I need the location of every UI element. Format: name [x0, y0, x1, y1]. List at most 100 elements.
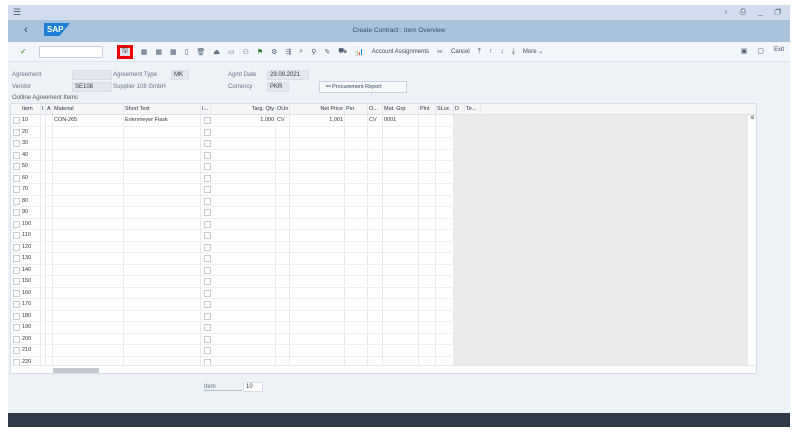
vendor-field[interactable]: SE108 [72, 82, 112, 92]
row-flag-checkbox[interactable] [204, 324, 211, 331]
cell-item[interactable]: 90 [21, 207, 41, 218]
row-select-checkbox[interactable] [13, 186, 20, 193]
table-cell[interactable] [53, 287, 124, 298]
cell-item[interactable]: 40 [21, 149, 41, 160]
table-cell[interactable] [436, 149, 454, 160]
table-cell[interactable] [276, 333, 290, 344]
tool-icon[interactable]: ✂ [437, 48, 443, 56]
table-cell[interactable] [419, 172, 436, 183]
table-cell[interactable] [368, 207, 383, 218]
table-cell[interactable] [46, 345, 53, 356]
table-cell[interactable] [383, 207, 419, 218]
column-header[interactable]: Net Price [290, 104, 345, 114]
cell-item[interactable]: 70 [21, 184, 41, 195]
table-cell[interactable] [290, 241, 345, 252]
column-header[interactable]: Targ. Qty [211, 104, 276, 114]
texts-icon[interactable]: ✎ [324, 48, 330, 56]
prev-page-icon[interactable]: ↑ [489, 48, 493, 55]
table-cell[interactable] [46, 115, 53, 126]
table-cell[interactable] [124, 345, 201, 356]
cell-item[interactable]: 130 [21, 253, 41, 264]
table-cell[interactable] [290, 207, 345, 218]
row-select-checkbox[interactable] [13, 163, 20, 170]
table-cell[interactable] [53, 276, 124, 287]
table-cell[interactable] [124, 276, 201, 287]
cell-item[interactable]: 120 [21, 241, 41, 252]
row-flag-checkbox[interactable] [204, 140, 211, 147]
table-cell[interactable] [276, 172, 290, 183]
account-assignments-button[interactable]: Account Assignments [372, 49, 429, 55]
table-cell[interactable] [345, 264, 368, 275]
table-cell[interactable] [383, 138, 419, 149]
vertical-scrollbar[interactable]: ⚙ [748, 115, 756, 365]
row-flag-checkbox[interactable] [204, 117, 211, 124]
row-select-checkbox[interactable] [13, 324, 20, 331]
table-cell[interactable] [368, 264, 383, 275]
table-cell[interactable] [419, 126, 436, 137]
currency-field[interactable]: PKR [267, 82, 289, 92]
row-flag-checkbox[interactable] [204, 186, 211, 193]
table-cell[interactable] [276, 264, 290, 275]
row-select-checkbox[interactable] [13, 289, 20, 297]
table-cell[interactable] [419, 218, 436, 229]
table-cell[interactable] [124, 333, 201, 344]
exit-button[interactable]: Exit [774, 47, 784, 55]
table-cell[interactable] [436, 299, 454, 310]
table-cell[interactable] [53, 310, 124, 321]
table-cell[interactable] [211, 299, 276, 310]
cell-item[interactable]: 50 [21, 161, 41, 172]
table-cell[interactable] [368, 241, 383, 252]
menu-icon[interactable]: ☰ [13, 7, 21, 18]
row-flag-checkbox[interactable] [204, 347, 211, 354]
table-cell[interactable] [290, 299, 345, 310]
table-cell[interactable] [436, 264, 454, 275]
table-cell[interactable] [211, 138, 276, 149]
table-cell[interactable] [345, 345, 368, 356]
agmt-date-field[interactable]: 29.09.2021 [267, 70, 309, 80]
table-cell[interactable] [419, 287, 436, 298]
table-cell[interactable] [368, 287, 383, 298]
table-cell[interactable] [124, 161, 201, 172]
table-cell[interactable] [383, 253, 419, 264]
table-cell[interactable] [46, 149, 53, 160]
table-cell[interactable] [383, 322, 419, 333]
table-cell[interactable] [53, 333, 124, 344]
table-cell[interactable] [276, 161, 290, 172]
table-cell[interactable] [211, 184, 276, 195]
cell-oprice-unit[interactable]: CV [368, 115, 383, 126]
table-cell[interactable] [419, 161, 436, 172]
command-field[interactable] [38, 45, 103, 58]
conditions-icon[interactable]: ⚙ [271, 48, 277, 56]
table-cell[interactable] [46, 276, 53, 287]
table-cell[interactable] [211, 253, 276, 264]
table-cell[interactable] [53, 322, 124, 333]
row-flag-checkbox[interactable] [204, 255, 211, 262]
row-select-checkbox[interactable] [13, 174, 20, 182]
table-cell[interactable] [290, 333, 345, 344]
table-cell[interactable] [124, 253, 201, 264]
table-cell[interactable] [53, 241, 124, 252]
table-cell[interactable] [46, 172, 53, 183]
row-flag-checkbox[interactable] [204, 128, 211, 136]
row-select-checkbox[interactable] [13, 128, 20, 136]
table-cell[interactable] [436, 161, 454, 172]
horizontal-scrollbar[interactable] [11, 365, 756, 373]
save-icon[interactable]: 🖫 [116, 44, 133, 59]
table-cell[interactable] [383, 276, 419, 287]
table-cell[interactable] [368, 345, 383, 356]
table-cell[interactable] [124, 299, 201, 310]
table-cell[interactable] [345, 287, 368, 298]
table-cell[interactable] [345, 126, 368, 137]
table-cell[interactable] [211, 264, 276, 275]
row-select-checkbox[interactable] [13, 266, 20, 274]
table-cell[interactable] [53, 218, 124, 229]
table-cell[interactable] [46, 195, 53, 206]
cell-item[interactable]: 180 [21, 310, 41, 321]
row-select-checkbox[interactable] [13, 312, 20, 320]
table-cell[interactable] [345, 172, 368, 183]
row-flag-checkbox[interactable] [204, 289, 211, 297]
row-select-checkbox[interactable] [13, 243, 20, 251]
table-cell[interactable] [276, 287, 290, 298]
table-cell[interactable] [436, 310, 454, 321]
table-cell[interactable] [46, 184, 53, 195]
